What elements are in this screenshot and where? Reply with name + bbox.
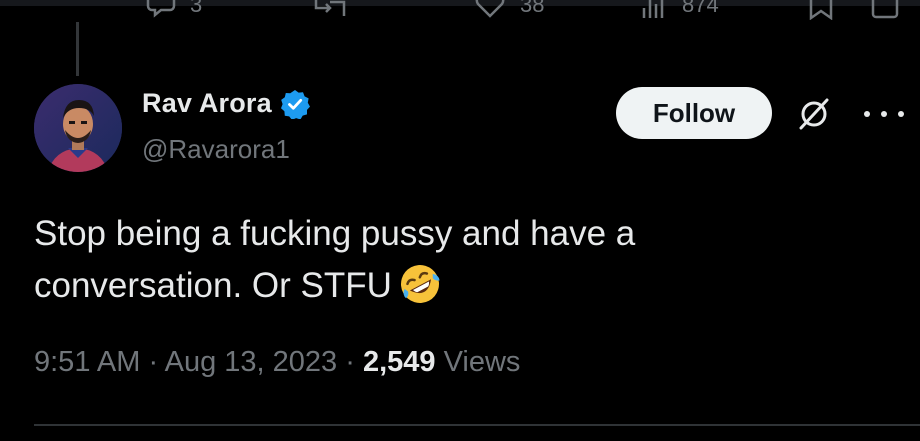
reply-icon: [146, 0, 176, 18]
share-icon: [871, 0, 899, 19]
tweet-text-line-2-text: conversation. Or STFU: [34, 266, 392, 305]
tweet-meta: 9:51 AM · Aug 13, 2023 · 2,549 Views: [34, 346, 520, 379]
meta-separator: ·: [345, 346, 355, 378]
top-bar: [0, 0, 920, 6]
tweet-date[interactable]: Aug 13, 2023: [165, 346, 338, 378]
thread-connector-line: [76, 22, 79, 76]
author-name-row[interactable]: Rav Arora: [142, 88, 310, 119]
repost-action[interactable]: [312, 0, 348, 20]
follow-button[interactable]: Follow: [616, 87, 772, 139]
meta-separator: ·: [148, 346, 159, 378]
previous-tweet-actions: 3 38 874: [0, 0, 920, 22]
tweet-time[interactable]: 9:51 AM: [34, 346, 140, 378]
more-dot: [864, 111, 870, 117]
grok-icon[interactable]: [796, 96, 832, 132]
bookmark-action[interactable]: [806, 0, 836, 20]
avatar[interactable]: [34, 84, 122, 172]
reply-action[interactable]: 3: [146, 0, 202, 20]
tweet-text: Stop being a fucking pussy and have a co…: [34, 208, 874, 312]
author-handle[interactable]: @Ravarora1: [142, 134, 290, 165]
like-action[interactable]: 38: [474, 0, 544, 20]
rolling-laughing-emoji-icon: [400, 265, 440, 303]
heart-icon: [475, 0, 505, 18]
verified-badge-icon: [280, 89, 310, 119]
more-dot: [898, 111, 904, 117]
tweet-text-line-1: Stop being a fucking pussy and have a: [34, 214, 636, 253]
reply-count: 3: [190, 0, 203, 17]
views-label: Views: [443, 346, 521, 378]
analytics-icon: [642, 0, 664, 18]
view-count: 874: [682, 0, 719, 17]
like-count: 38: [520, 0, 545, 17]
views-count: 2,549: [362, 346, 436, 378]
author-display-name[interactable]: Rav Arora: [142, 88, 272, 119]
bookmark-icon: [809, 0, 833, 20]
share-action[interactable]: [870, 0, 900, 20]
divider: [34, 424, 920, 426]
repost-icon: [314, 0, 346, 16]
avatar-image: [34, 84, 122, 172]
tweet-text-line-2: conversation. Or STFU: [34, 260, 874, 312]
more-options-icon[interactable]: [864, 100, 904, 128]
more-dot: [881, 111, 887, 117]
views-action[interactable]: 874: [638, 0, 719, 20]
